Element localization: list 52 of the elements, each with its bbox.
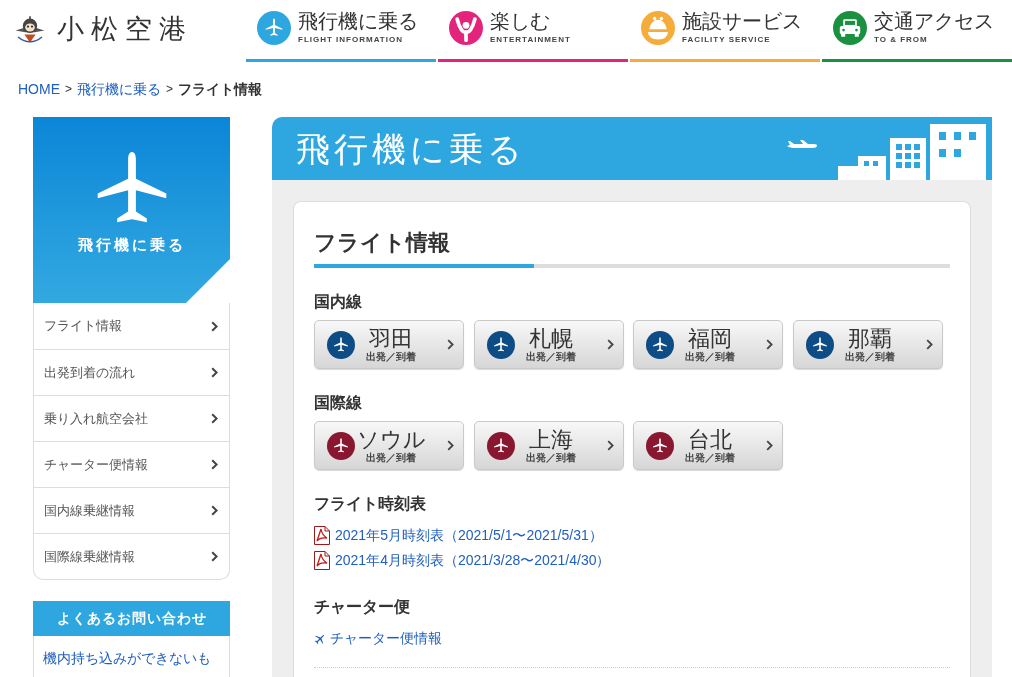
breadcrumb-separator: >	[166, 81, 174, 98]
sidebar-item[interactable]: フライト情報	[34, 303, 229, 349]
hero-title: 飛行機に乗る	[77, 236, 186, 254]
chevron-icon	[606, 440, 614, 451]
destination-button[interactable]: 羽田 出発／到着	[314, 320, 464, 369]
nav-tab[interactable]: 飛行機に乗る FLIGHT INFORMATION	[246, 0, 436, 62]
destination-button[interactable]: ソウル 出発／到着	[314, 421, 464, 470]
page-heading: フライト情報	[314, 229, 451, 257]
sidebar-item[interactable]: 出発到着の流れ	[34, 349, 229, 395]
destination-button[interactable]: 台北 出発／到着	[633, 421, 783, 470]
sidebar-item[interactable]: 国内線乗継情報	[34, 487, 229, 533]
charter-link[interactable]: チャーター便情報	[314, 626, 442, 651]
airplane-icon	[314, 632, 326, 645]
airplane-icon	[786, 139, 818, 150]
chevron-icon	[211, 320, 218, 332]
timetable-link[interactable]: 2021年5月時刻表（2021/5/1〜2021/5/31）	[314, 523, 603, 548]
sidebar-item[interactable]: 乗り入れ航空会社	[34, 395, 229, 441]
faq-header: よくあるお問い合わせ	[33, 601, 230, 636]
section-heading: チャーター便	[314, 597, 411, 617]
site-title: 小松空港	[57, 13, 193, 45]
sidebar-item[interactable]: チャーター便情報	[34, 441, 229, 487]
chevron-icon	[766, 339, 773, 350]
timetable-link[interactable]: 2021年4月時刻表（2021/3/28〜2021/4/30）	[314, 548, 611, 573]
nav-tab[interactable]: 楽しむ ENTERTAINMENT	[438, 0, 628, 62]
banner-title: 飛行機に乗る	[296, 128, 526, 169]
chevron-icon	[211, 367, 218, 378]
chevron-icon	[211, 459, 218, 470]
chevron-icon	[211, 413, 218, 424]
chevron-icon	[766, 440, 773, 451]
chevron-icon	[606, 339, 614, 350]
destination-button[interactable]: 上海 出発／到着	[473, 421, 624, 470]
nav-tab[interactable]: 交通アクセス TO & FROM	[822, 0, 1012, 62]
breadcrumb-link[interactable]: 飛行機に乗る	[77, 79, 161, 99]
chevron-icon	[211, 505, 218, 516]
nav-tab[interactable]: 施設サービス FACILITY SERVICE	[630, 0, 820, 62]
pdf-icon	[314, 551, 330, 570]
chevron-icon	[211, 551, 218, 562]
chevron-icon	[925, 339, 933, 350]
faq-link[interactable]: 機内持ち込みができないも	[43, 648, 211, 668]
breadcrumb-separator: >	[65, 81, 72, 98]
destination-button[interactable]: 札幌 出発／到着	[473, 320, 624, 369]
section-heading: 国際線	[314, 393, 363, 413]
section-heading: 国内線	[314, 292, 363, 312]
breadcrumb-current: フライト情報	[178, 80, 263, 99]
sidebar-item[interactable]: 国際線乗継情報	[34, 533, 229, 579]
section-heading: フライト時刻表	[314, 494, 427, 514]
destination-button[interactable]: 福岡 出発／到着	[633, 320, 783, 369]
breadcrumb-link[interactable]: HOME	[18, 79, 60, 99]
destination-button[interactable]: 那覇 出発／到着	[792, 320, 943, 369]
pdf-icon	[314, 526, 330, 545]
chevron-icon	[447, 339, 454, 350]
chevron-icon	[447, 440, 454, 451]
